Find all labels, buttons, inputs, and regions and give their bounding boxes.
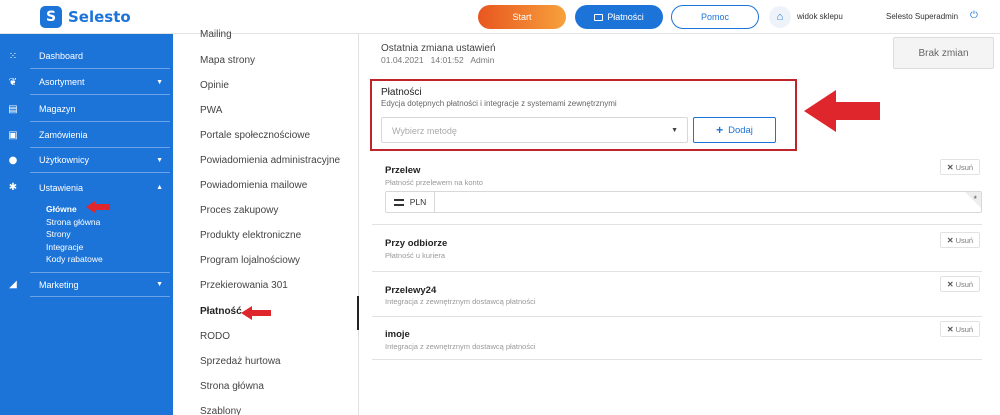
sidebar-item-magazyn[interactable]: Magazyn: [30, 97, 170, 122]
payment-method-desc: Płatność przelewem na konto: [385, 178, 483, 187]
red-arrow-annotation: [241, 306, 271, 320]
user-icon[interactable]: ●: [7, 155, 19, 167]
chevron-down-icon: ▼: [671, 127, 678, 134]
sidebar-item-uzytkownicy[interactable]: Użytkownicy ▼: [30, 148, 170, 173]
remove-button[interactable]: ✕ Usuń: [940, 159, 980, 175]
help-button[interactable]: Pomoc: [671, 5, 759, 29]
select-placeholder: Wybierz metodę: [392, 126, 457, 136]
submenu-item-integracje[interactable]: Integracje: [46, 241, 103, 254]
sidebar-icon-column: ⁙ ❦ ▤ ▣ ● ✱ ◢: [0, 34, 26, 415]
top-bar: S Selesto Start Płatności Pomoc ⌂ widok …: [0, 0, 1000, 34]
logo[interactable]: S Selesto: [40, 6, 131, 28]
currency-code: PLN: [409, 197, 427, 207]
payments-button[interactable]: Płatności: [575, 5, 663, 29]
chevron-down-icon: ▼: [156, 156, 163, 164]
tag-icon[interactable]: ❦: [7, 77, 19, 89]
last-change-meta: 01.04.2021 14:01:52 Admin: [381, 55, 495, 65]
payment-method-desc: Integracja z zewnętrznym dostawcą płatno…: [385, 342, 536, 351]
gear-icon[interactable]: ✱: [7, 182, 19, 194]
close-icon: ✕: [946, 279, 954, 289]
sidebar-item-ustawienia[interactable]: Ustawienia ▲: [30, 175, 170, 200]
sidebar: ⁙ ❦ ▤ ▣ ● ✱ ◢ Dashboard Asortyment ▼ Mag…: [0, 34, 173, 415]
settings-item-active[interactable]: Płatność: [200, 306, 242, 317]
currency-tag: PLN: [386, 192, 435, 212]
home-icon[interactable]: ⌂: [769, 6, 791, 28]
payment-method-name: imoje: [385, 329, 410, 340]
settings-item[interactable]: Mailing: [200, 29, 232, 40]
bag-icon[interactable]: ▣: [7, 130, 19, 142]
card-icon: [594, 13, 604, 21]
red-arrow-annotation: [86, 201, 110, 213]
payment-method-row: Przy odbiorze Płatność u kuriera ✕ Usuń: [372, 226, 982, 272]
close-icon: ✕: [946, 235, 954, 245]
payment-method-name: Przelewy24: [385, 285, 437, 296]
sidebar-item-asortyment[interactable]: Asortyment ▼: [30, 70, 170, 95]
settings-item[interactable]: Produkty elektroniczne: [200, 230, 301, 241]
red-arrow-annotation: [804, 90, 880, 132]
grid-icon[interactable]: ⁙: [7, 51, 19, 63]
card-icon: [393, 198, 404, 206]
submenu-item-strony[interactable]: Strony: [46, 228, 103, 241]
shop-view-link[interactable]: widok sklepu: [797, 12, 843, 21]
sidebar-item-marketing[interactable]: Marketing ▼: [30, 272, 170, 297]
admin-name[interactable]: Selesto Superadmin: [886, 12, 958, 21]
warehouse-icon[interactable]: ▤: [7, 104, 19, 116]
settings-item[interactable]: Opinie: [200, 80, 229, 91]
payment-method-row: Przelewy24 Integracja z zewnętrznym dost…: [372, 273, 982, 317]
submenu-item-strona-glowna[interactable]: Strona główna: [46, 216, 103, 229]
payments-title: Płatności: [381, 87, 422, 98]
no-changes-button[interactable]: Brak zmian: [893, 37, 994, 69]
payment-method-select[interactable]: Wybierz metodę ▼: [381, 117, 688, 143]
settings-item[interactable]: Sprzedaż hurtowa: [200, 356, 281, 367]
settings-item[interactable]: PWA: [200, 105, 222, 116]
payments-button-label: Płatności: [607, 12, 644, 22]
settings-list: Mailing Mapa strony Opinie PWA Portale s…: [173, 29, 359, 415]
remove-button[interactable]: ✕ Usuń: [940, 276, 980, 292]
add-button[interactable]: + Dodaj: [693, 117, 776, 143]
payment-method-row: imoje Integracja z zewnętrznym dostawcą …: [372, 318, 982, 360]
chevron-down-icon: ▼: [156, 78, 163, 86]
logo-text: Selesto: [68, 8, 131, 26]
remove-button[interactable]: ✕ Usuń: [940, 232, 980, 248]
logo-icon: S: [40, 6, 62, 28]
settings-item[interactable]: Strona główna: [200, 381, 264, 392]
settings-item[interactable]: Mapa strony: [200, 55, 255, 66]
payment-method-name: Przelew: [385, 165, 421, 176]
chevron-up-icon: ▲: [156, 184, 163, 191]
currency-field[interactable]: PLN *: [385, 191, 982, 213]
sidebar-item-zamowienia[interactable]: Zamówienia: [30, 123, 170, 148]
payment-method-desc: Integracja z zewnętrznym dostawcą płatno…: [385, 297, 536, 306]
sidebar-item-dashboard[interactable]: Dashboard: [30, 44, 170, 69]
payments-subtitle: Edycja dotępnych płatności i integracje …: [381, 99, 617, 108]
close-icon: ✕: [946, 324, 954, 334]
remove-button[interactable]: ✕ Usuń: [940, 321, 980, 337]
payment-method-desc: Płatność u kuriera: [385, 251, 446, 260]
plus-icon: +: [716, 123, 724, 137]
start-button[interactable]: Start: [478, 5, 566, 29]
payment-method-row: Przelew Płatność przelewem na konto ✕ Us…: [372, 155, 982, 225]
settings-item[interactable]: Portale społecznościowe: [200, 130, 310, 141]
settings-item[interactable]: Proces zakupowy: [200, 205, 278, 216]
required-mark: *: [973, 194, 977, 204]
chevron-down-icon: ▼: [156, 281, 163, 288]
settings-item[interactable]: Powiadomienia administracyjne: [200, 155, 340, 166]
megaphone-icon[interactable]: ◢: [7, 279, 19, 291]
settings-item[interactable]: Program lojalnościowy: [200, 255, 300, 266]
settings-item[interactable]: Powiadomienia mailowe: [200, 180, 307, 191]
submenu-item-kody-rabatowe[interactable]: Kody rabatowe: [46, 253, 103, 266]
close-icon: ✕: [946, 162, 954, 172]
add-button-label: Dodaj: [728, 124, 753, 136]
settings-item[interactable]: Przekierowania 301: [200, 280, 288, 291]
active-indicator: [357, 296, 359, 330]
last-change-title: Ostatnia zmiana ustawień: [381, 43, 496, 54]
settings-item[interactable]: RODO: [200, 331, 230, 342]
settings-item[interactable]: Szablony: [200, 406, 241, 415]
power-icon[interactable]: ⏻: [970, 10, 978, 21]
payment-method-name: Przy odbiorze: [385, 238, 448, 249]
